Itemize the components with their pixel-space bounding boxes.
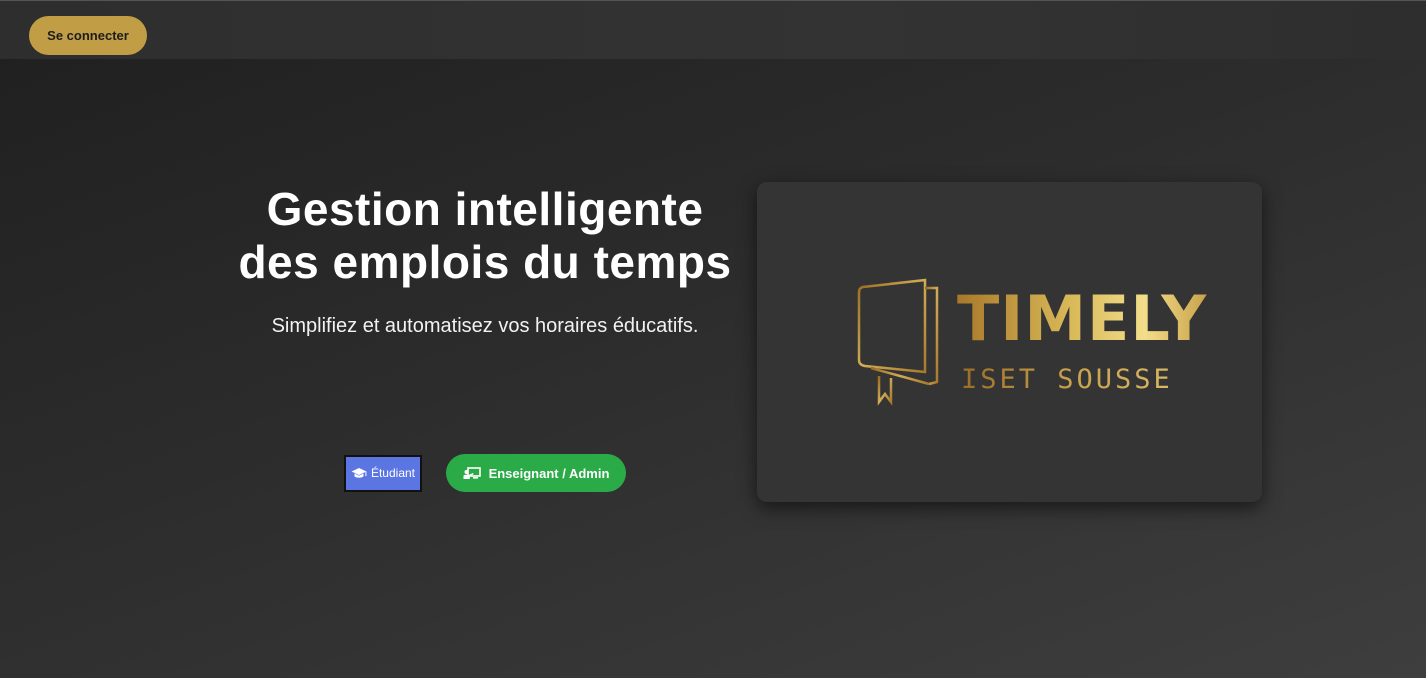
student-button[interactable]: Étudiant <box>344 454 422 492</box>
brand-title: TIMELY <box>957 282 1208 355</box>
timely-logo: TIMELY ISET SOUSSE <box>857 278 1206 411</box>
teacher-admin-button[interactable]: Enseignant / Admin <box>446 454 626 492</box>
role-buttons: Étudiant Enseignant / Admin <box>344 454 626 492</box>
hero-title: Gestion intelligente des emplois du temp… <box>238 183 732 288</box>
chalkboard-teacher-icon <box>463 466 481 480</box>
brand-subtitle: ISET SOUSSE <box>961 364 1173 395</box>
login-button-label: Se connecter <box>47 28 129 43</box>
student-button-label: Étudiant <box>370 466 416 480</box>
login-button[interactable]: Se connecter <box>29 16 147 55</box>
teacher-admin-button-label: Enseignant / Admin <box>488 465 610 481</box>
logo-card: TIMELY ISET SOUSSE <box>757 182 1262 502</box>
top-navbar: Se connecter <box>0 0 1426 59</box>
hero-subtitle: Simplifiez et automatisez vos horaires é… <box>271 315 699 337</box>
hero-section: Gestion intelligente des emplois du temp… <box>230 183 740 338</box>
book-icon <box>857 278 943 411</box>
graduation-cap-icon <box>351 467 367 480</box>
